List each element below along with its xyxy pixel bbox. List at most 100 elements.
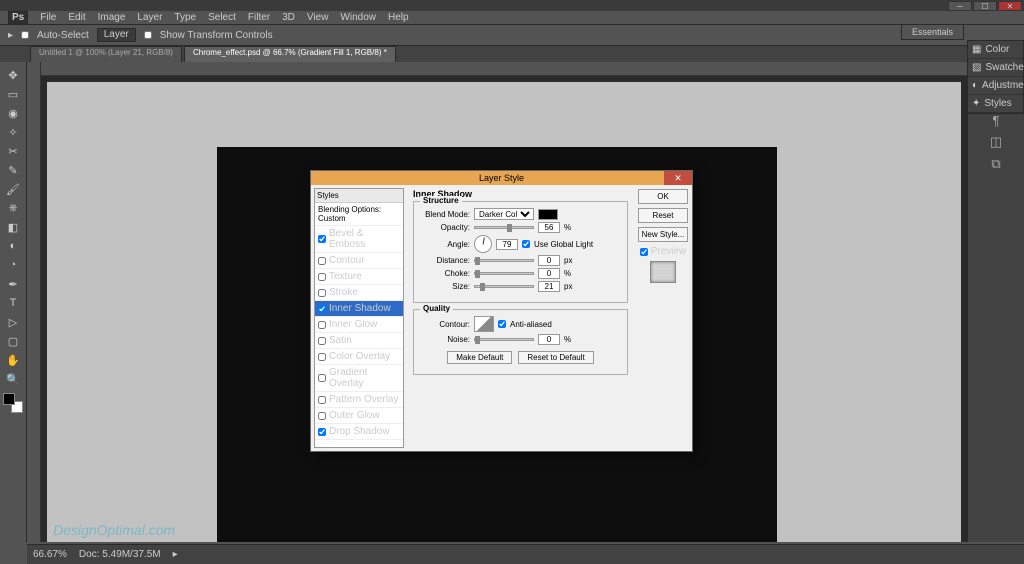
auto-select-target[interactable]: Layer	[97, 28, 136, 42]
distance-value[interactable]: 0	[538, 255, 560, 266]
angle-value[interactable]: 79	[496, 239, 518, 250]
menu-type[interactable]: Type	[174, 12, 196, 23]
blend-mode-select[interactable]: Darker Color	[474, 208, 534, 220]
menu-window[interactable]: Window	[340, 12, 376, 23]
move-tool-icon[interactable]: ▸	[8, 30, 13, 41]
menu-help[interactable]: Help	[388, 12, 409, 23]
window-minimize-icon[interactable]: ─	[948, 1, 972, 11]
chevron-right-icon[interactable]: ▸	[173, 549, 178, 560]
distance-slider[interactable]	[474, 259, 534, 262]
opacity-value[interactable]: 56	[538, 222, 560, 233]
noise-value[interactable]: 0	[538, 334, 560, 345]
style-item-color-overlay[interactable]: Color Overlay	[315, 349, 403, 365]
style-check[interactable]	[318, 257, 326, 265]
style-item-bevel-emboss[interactable]: Bevel & Emboss	[315, 226, 403, 253]
blending-options-item[interactable]: Blending Options: Custom	[315, 203, 403, 226]
size-value[interactable]: 21	[538, 281, 560, 292]
style-check[interactable]	[318, 337, 326, 345]
style-item-inner-glow[interactable]: Inner Glow	[315, 317, 403, 333]
window-close-icon[interactable]: ✕	[998, 1, 1022, 11]
pen-tool-icon[interactable]: ✒	[3, 275, 23, 293]
dialog-titlebar[interactable]: Layer Style ✕	[311, 171, 692, 185]
cancel-button[interactable]: Reset	[638, 208, 688, 223]
size-slider[interactable]	[474, 285, 534, 288]
style-check[interactable]	[318, 396, 326, 404]
window-maximize-icon[interactable]: ☐	[973, 1, 997, 11]
panel-swatches[interactable]: ▨Swatches	[968, 59, 1023, 77]
reset-default-button[interactable]: Reset to Default	[518, 351, 593, 364]
eyedropper-tool-icon[interactable]: ✎	[3, 161, 23, 179]
style-item-pattern-overlay[interactable]: Pattern Overlay	[315, 392, 403, 408]
style-check[interactable]	[318, 321, 326, 329]
zoom-tool-icon[interactable]: 🔍	[3, 370, 23, 388]
style-item-texture[interactable]: Texture	[315, 269, 403, 285]
workspace-switcher[interactable]: Essentials	[901, 24, 964, 40]
move-tool-icon[interactable]: ✥	[3, 66, 23, 84]
choke-value[interactable]: 0	[538, 268, 560, 279]
marquee-tool-icon[interactable]: ▭	[3, 85, 23, 103]
menu-filter[interactable]: Filter	[248, 12, 270, 23]
opacity-slider[interactable]	[474, 226, 534, 229]
style-check[interactable]	[318, 353, 326, 361]
choke-slider[interactable]	[474, 272, 534, 275]
brush-tool-icon[interactable]: 🖌	[3, 180, 23, 198]
gradient-tool-icon[interactable]: ◐	[3, 237, 23, 255]
style-item-outer-glow[interactable]: Outer Glow	[315, 408, 403, 424]
style-check[interactable]	[318, 273, 326, 281]
noise-slider[interactable]	[474, 338, 534, 341]
menu-3d[interactable]: 3D	[282, 12, 295, 23]
path-tool-icon[interactable]: ▷	[3, 313, 23, 331]
menu-edit[interactable]: Edit	[68, 12, 85, 23]
blur-tool-icon[interactable]: ◔	[3, 256, 23, 274]
hand-tool-icon[interactable]: ✋	[3, 351, 23, 369]
angle-dial[interactable]	[474, 235, 492, 253]
layers-icon[interactable]: ⧉	[984, 154, 1008, 174]
menu-file[interactable]: File	[40, 12, 56, 23]
style-check[interactable]	[318, 428, 326, 436]
doc-tab-1[interactable]: Untitled 1 @ 100% (Layer 21, RGB/8)	[30, 46, 182, 62]
style-item-label: Gradient Overlay	[329, 367, 400, 389]
swatches-icon[interactable]: ◫	[984, 132, 1008, 152]
lasso-tool-icon[interactable]: ◉	[3, 104, 23, 122]
style-item-inner-shadow[interactable]: Inner Shadow	[315, 301, 403, 317]
style-item-drop-shadow[interactable]: Drop Shadow	[315, 424, 403, 440]
close-icon[interactable]: ✕	[664, 171, 692, 185]
style-check[interactable]	[318, 235, 326, 243]
preview-check-row[interactable]: Preview	[640, 246, 687, 257]
panel-color[interactable]: ▦Color	[968, 41, 1023, 59]
style-item-contour[interactable]: Contour	[315, 253, 403, 269]
make-default-button[interactable]: Make Default	[447, 351, 512, 364]
menu-select[interactable]: Select	[208, 12, 236, 23]
stamp-tool-icon[interactable]: ⎈	[3, 199, 23, 217]
shadow-color-swatch[interactable]	[538, 209, 558, 220]
auto-select-check[interactable]	[21, 31, 29, 39]
style-check[interactable]	[318, 374, 326, 382]
menu-layer[interactable]: Layer	[137, 12, 162, 23]
style-check[interactable]	[318, 305, 326, 313]
new-style-button[interactable]: New Style...	[638, 227, 688, 242]
crop-tool-icon[interactable]: ✂	[3, 142, 23, 160]
panel-styles[interactable]: ✦Styles	[968, 95, 1023, 113]
zoom-level[interactable]: 66.67%	[33, 549, 67, 560]
menu-view[interactable]: View	[307, 12, 329, 23]
contour-picker[interactable]	[474, 316, 494, 332]
global-light-check[interactable]	[522, 240, 530, 248]
shape-tool-icon[interactable]: ▢	[3, 332, 23, 350]
menu-image[interactable]: Image	[98, 12, 126, 23]
fgbg-swatch[interactable]	[3, 393, 23, 413]
style-check[interactable]	[318, 289, 326, 297]
wand-tool-icon[interactable]: ✧	[3, 123, 23, 141]
type-tool-icon[interactable]: T	[3, 294, 23, 312]
style-item-stroke[interactable]: Stroke	[315, 285, 403, 301]
show-transform-check[interactable]	[144, 31, 152, 39]
anti-aliased-check[interactable]	[498, 320, 506, 328]
eraser-tool-icon[interactable]: ◧	[3, 218, 23, 236]
panel-adjustments[interactable]: ◐Adjustments	[968, 77, 1023, 95]
style-item-label: Texture	[329, 271, 362, 282]
style-item-satin[interactable]: Satin	[315, 333, 403, 349]
style-item-gradient-overlay[interactable]: Gradient Overlay	[315, 365, 403, 392]
styles-header[interactable]: Styles	[315, 189, 403, 203]
ok-button[interactable]: OK	[638, 189, 688, 204]
doc-tab-2[interactable]: Chrome_effect.psd @ 66.7% (Gradient Fill…	[184, 46, 396, 62]
style-check[interactable]	[318, 412, 326, 420]
